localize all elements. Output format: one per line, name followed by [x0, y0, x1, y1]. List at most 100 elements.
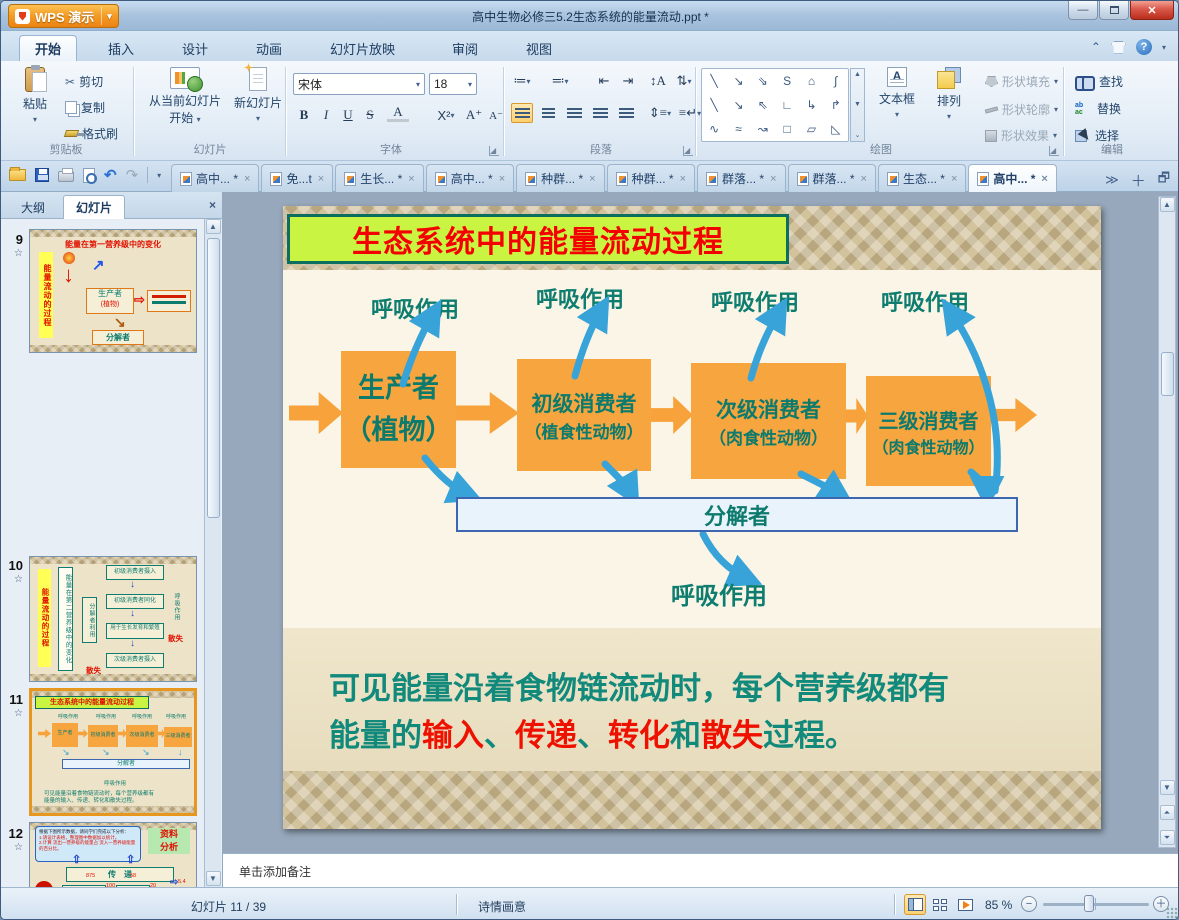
notes-area[interactable]: 单击添加备注	[223, 853, 1178, 887]
shape-icon[interactable]: ◺	[824, 117, 848, 141]
close-tab-icon[interactable]: ×	[770, 173, 776, 185]
numbering-button[interactable]: ≕ ▾	[549, 71, 571, 91]
document-tab[interactable]: 免...t ×	[261, 164, 334, 192]
close-tab-icon[interactable]: ×	[680, 173, 686, 185]
tab-slideshow[interactable]: 幻灯片放映	[315, 35, 410, 61]
toolbar-options-icon[interactable]: ▾	[157, 171, 161, 180]
open-icon[interactable]	[9, 167, 26, 181]
notes-placeholder[interactable]: 单击添加备注	[239, 863, 311, 880]
shape-icon[interactable]: ⌂	[799, 69, 823, 93]
main-scroll-thumb[interactable]	[1160, 352, 1174, 396]
zoom-slider-track[interactable]	[1043, 903, 1149, 906]
close-tab-icon[interactable]: ×	[318, 173, 324, 185]
tab-list-icon[interactable]: 🗗	[1158, 169, 1170, 191]
document-tab[interactable]: 高中... * ×	[425, 164, 515, 192]
print-preview-icon[interactable]	[83, 167, 97, 184]
document-tab[interactable]: 群落... * ×	[697, 164, 786, 192]
increase-indent-button[interactable]: ⇥	[617, 71, 639, 91]
text-direction-button[interactable]: ⇅ ▾	[673, 71, 695, 91]
tab-home[interactable]: 开始	[19, 35, 78, 61]
paste-button[interactable]: 粘贴 ▾	[13, 65, 57, 124]
shape-icon[interactable]: ↘	[726, 93, 750, 117]
normal-view-button[interactable]	[904, 894, 926, 915]
shapes-gallery-scrollbar[interactable]: ▲ ▼ ⌄	[850, 68, 865, 142]
close-panel-icon[interactable]: ×	[209, 198, 216, 212]
previous-slide-button[interactable]: ⏶	[1159, 805, 1175, 820]
tab-outline[interactable]: 大纲	[9, 195, 57, 219]
slide-editor[interactable]: 生态系统中的能量流动过程 呼吸作用 呼吸作用 呼吸作用 呼吸作用 生产者 （植物）…	[223, 192, 1178, 853]
document-tab[interactable]: 高中... * ×	[171, 164, 260, 192]
help-icon[interactable]: ?	[1135, 39, 1152, 55]
format-painter-button[interactable]: 格式刷	[63, 125, 118, 142]
text-box-button[interactable]: A 文本框 ▾	[873, 67, 921, 119]
font-dialog-launcher[interactable]: ◢	[489, 146, 499, 156]
print-icon[interactable]	[58, 168, 74, 182]
collapse-ribbon-icon[interactable]: ⌃	[1091, 40, 1101, 54]
font-color-button[interactable]: A	[387, 104, 409, 122]
shape-icon[interactable]: ↱	[824, 93, 848, 117]
close-tab-icon[interactable]: ×	[244, 173, 250, 185]
justify-button[interactable]	[589, 103, 611, 123]
close-tab-icon[interactable]: ×	[1041, 173, 1047, 185]
drawing-dialog-launcher[interactable]: ◢	[1049, 146, 1059, 156]
paragraph-dialog-launcher[interactable]: ◢	[683, 146, 693, 156]
play-from-current-button[interactable]: 从当前幻灯片 开始 ▾	[141, 67, 229, 126]
strikethrough-button[interactable]: S	[359, 105, 381, 125]
close-button[interactable]: ✕	[1130, 1, 1174, 20]
skin-icon[interactable]	[1110, 40, 1126, 54]
superscript-button[interactable]: X² ▾	[431, 105, 461, 125]
shape-fill-button[interactable]: 形状填充 ▾	[985, 73, 1058, 90]
chevron-down-icon[interactable]: ▾	[1162, 43, 1166, 52]
paragraph-spacing-button[interactable]: ≡↵ ▾	[679, 103, 701, 123]
close-tab-icon[interactable]: ×	[951, 173, 957, 185]
zoom-out-button[interactable]: −	[1021, 896, 1037, 912]
document-tab[interactable]: 种群... * ×	[606, 164, 696, 192]
document-tab[interactable]: 群落... * ×	[787, 164, 876, 192]
document-tab-active[interactable]: 高中... * ×	[968, 164, 1057, 192]
cut-button[interactable]: ✂ 剪切	[65, 73, 103, 90]
decrease-indent-button[interactable]: ⇤	[593, 71, 615, 91]
shape-icon[interactable]: ╲	[702, 93, 726, 117]
new-tab-icon[interactable]: ＋	[1131, 170, 1146, 191]
conclusion-text[interactable]: 可见能量沿着食物链流动时，每个营养级都有 能量的输入、传递、转化和散失过程。	[329, 666, 1069, 759]
shape-icon[interactable]: ⇘	[751, 69, 775, 93]
document-tab[interactable]: 生态... * ×	[877, 164, 967, 192]
shape-icon[interactable]: ↘	[726, 69, 750, 93]
document-tab[interactable]: 生长... * ×	[335, 164, 424, 192]
close-tab-icon[interactable]: ×	[589, 173, 595, 185]
slide-canvas[interactable]: 生态系统中的能量流动过程 呼吸作用 呼吸作用 呼吸作用 呼吸作用 生产者 （植物）…	[283, 206, 1101, 829]
shape-icon[interactable]: S	[775, 69, 799, 93]
restore-button[interactable]	[1099, 1, 1129, 20]
decomposer-bar[interactable]: 分解者	[456, 497, 1018, 532]
redo-icon[interactable]: ↷	[126, 166, 139, 184]
tab-design[interactable]: 设计	[167, 35, 223, 61]
tab-animation[interactable]: 动画	[241, 35, 297, 61]
slide-thumbnail-9[interactable]: 能量在第一营养级中的变化 能量流动的过程 ↓ ↗ 生产者 (植物) ⇨ ↘ 分解者	[29, 229, 197, 353]
shape-icon[interactable]: □	[775, 117, 799, 141]
scroll-up-icon[interactable]: ▲	[1159, 197, 1175, 212]
bullets-button[interactable]: ≔ ▾	[511, 71, 533, 91]
italic-button[interactable]: I	[315, 105, 337, 125]
close-tab-icon[interactable]: ×	[499, 173, 505, 185]
shape-icon[interactable]: ⇖	[751, 93, 775, 117]
shape-icon[interactable]: ∟	[775, 93, 799, 117]
shape-icon[interactable]: ↳	[799, 93, 823, 117]
zoom-slider-thumb[interactable]	[1084, 895, 1094, 912]
shape-icon[interactable]: ╲	[702, 69, 726, 93]
align-right-button[interactable]	[563, 103, 585, 123]
slide-sorter-button[interactable]	[929, 894, 951, 915]
tab-scroll-icon[interactable]: ≫	[1105, 172, 1119, 188]
shapes-gallery[interactable]: ╲ ↘ ⇘ S ⌂ ∫ ╲ ↘ ⇖ ∟ ↳ ↱ ∿ ≈ ↝ □ ▱ ◺	[701, 68, 849, 142]
document-tab[interactable]: 种群... * ×	[516, 164, 605, 192]
panel-scroll-thumb[interactable]	[206, 238, 220, 518]
underline-button[interactable]: U	[337, 105, 359, 125]
line-spacing-button[interactable]: ⇕≡ ▾	[649, 103, 671, 123]
tab-insert[interactable]: 插入	[93, 35, 149, 61]
font-name-select[interactable]: 宋体 ▾	[293, 73, 425, 95]
shape-icon[interactable]: ∫	[824, 69, 848, 93]
undo-icon[interactable]: ↶	[104, 166, 117, 184]
save-icon[interactable]	[35, 168, 49, 182]
new-slide-button[interactable]: 新幻灯片 ▾	[233, 67, 283, 123]
scroll-down-icon[interactable]: ▼	[1159, 780, 1175, 795]
slide-thumbnail-10[interactable]: 能量流动的过程 能量在第二营养级中的变化 初级消费者摄入 初级消费者同化 用于生…	[29, 556, 197, 682]
